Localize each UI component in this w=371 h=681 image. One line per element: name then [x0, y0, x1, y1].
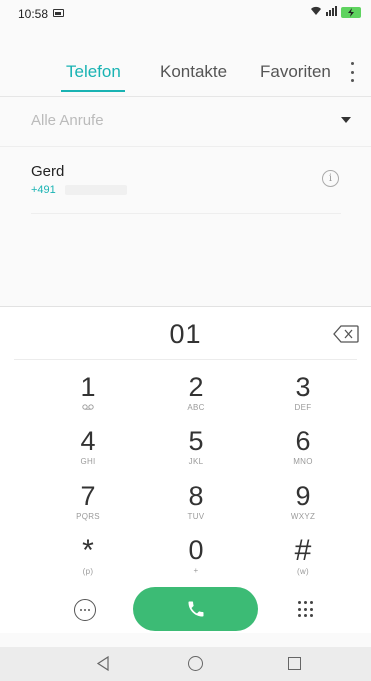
- dial-key-5[interactable]: 5 JKL: [156, 427, 236, 479]
- dialpad: 01 1 2 ABC 3 DEF 4 GHI 5 JKL 6 MNO 7 PQR…: [0, 307, 371, 633]
- dropdown-arrow-icon: [341, 117, 351, 123]
- divider: [14, 359, 357, 360]
- key-digit: 8: [188, 481, 204, 511]
- message-icon[interactable]: [74, 599, 96, 621]
- key-letters: TUV: [187, 512, 205, 521]
- dial-key-7[interactable]: 7 PQRS: [48, 482, 128, 534]
- active-tab-indicator: [61, 90, 125, 92]
- key-digit: 7: [80, 481, 96, 511]
- dialpad-toggle-icon[interactable]: [298, 601, 315, 618]
- key-letters: (w): [296, 567, 309, 576]
- key-digit: 9: [295, 481, 311, 511]
- dial-key-4[interactable]: 4 GHI: [48, 427, 128, 479]
- dial-key-2[interactable]: 2 ABC: [156, 373, 236, 425]
- key-letters: ABC: [187, 403, 205, 412]
- recent-apps-icon[interactable]: [288, 657, 301, 670]
- key-letters: DEF: [294, 403, 312, 412]
- tab-kontakte[interactable]: Kontakte: [160, 62, 227, 82]
- key-digit: 5: [188, 426, 204, 456]
- dial-key-star[interactable]: * (p): [48, 536, 128, 588]
- backspace-icon[interactable]: [333, 325, 359, 343]
- signal-icon: [326, 6, 337, 19]
- battery-charging-icon: [341, 7, 361, 18]
- call-contact-name: Gerd: [31, 163, 65, 180]
- key-letters: MNO: [293, 457, 313, 466]
- back-icon[interactable]: [96, 655, 110, 676]
- key-letters: GHI: [80, 457, 96, 466]
- tab-telefon[interactable]: Telefon: [66, 62, 121, 82]
- status-bar: 10:58: [0, 0, 371, 28]
- dial-key-hash[interactable]: # (w): [263, 536, 343, 588]
- key-digit: 4: [80, 426, 96, 456]
- key-letters: PQRS: [76, 512, 100, 521]
- call-log-item[interactable]: Gerd +491 i: [31, 157, 341, 214]
- redacted-number: [65, 185, 127, 195]
- home-icon[interactable]: [188, 656, 203, 671]
- key-digit: 1: [80, 372, 96, 402]
- overflow-menu-icon[interactable]: [345, 60, 359, 84]
- voicemail-icon: [48, 402, 128, 414]
- status-icons: [310, 6, 361, 19]
- call-button[interactable]: [133, 587, 258, 631]
- info-icon[interactable]: i: [322, 170, 339, 187]
- tab-bar: Telefon Kontakte Favoriten: [0, 50, 371, 97]
- dial-key-6[interactable]: 6 MNO: [263, 427, 343, 479]
- key-letters: (p): [82, 567, 94, 576]
- dialer-actions: [0, 587, 371, 633]
- tab-favoriten[interactable]: Favoriten: [260, 62, 331, 82]
- wifi-icon: [310, 6, 322, 19]
- dialed-number: 01: [169, 319, 202, 349]
- system-nav-bar: [0, 647, 371, 681]
- key-digit: 0: [188, 535, 204, 565]
- key-digit: 2: [188, 372, 204, 402]
- filter-label: Alle Anrufe: [31, 112, 104, 129]
- key-letters: +: [193, 566, 199, 575]
- dial-key-8[interactable]: 8 TUV: [156, 482, 236, 534]
- key-digit: #: [294, 534, 312, 567]
- status-time: 10:58: [18, 7, 49, 21]
- call-number: +491: [31, 184, 56, 196]
- dial-key-3[interactable]: 3 DEF: [263, 373, 343, 425]
- dial-key-0[interactable]: 0 +: [156, 536, 236, 588]
- image-icon: [53, 9, 64, 17]
- call-filter-dropdown[interactable]: Alle Anrufe: [0, 96, 371, 147]
- key-digit: 6: [295, 426, 311, 456]
- key-letters: JKL: [188, 457, 204, 466]
- key-digit: 3: [295, 372, 311, 402]
- key-letters: WXYZ: [290, 512, 316, 521]
- phone-icon: [188, 601, 203, 617]
- dial-key-1[interactable]: 1: [48, 373, 128, 425]
- dial-key-9[interactable]: 9 WXYZ: [263, 482, 343, 534]
- key-digit: *: [82, 534, 94, 567]
